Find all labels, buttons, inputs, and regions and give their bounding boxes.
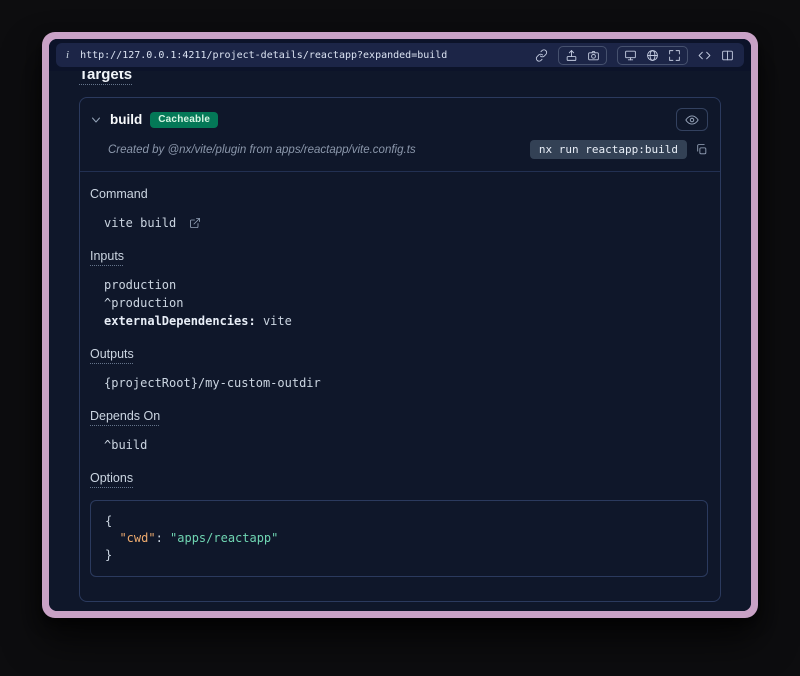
copy-icon[interactable] [695,143,708,156]
titlebar-icons [535,46,734,65]
input-item: ^production [104,294,708,312]
url-text: http://127.0.0.1:4211/project-details/re… [80,50,447,61]
command-value: vite build [104,214,708,232]
code-line: "cwd": "apps/reactapp" [105,530,693,547]
capture-icon-group [558,46,607,65]
depends-on-section: Depends On ^build [90,408,708,454]
inputs-section: Inputs production ^production externalDe… [90,248,708,330]
target-name: build [110,112,142,127]
info-icon: i [66,49,69,61]
camera-icon[interactable] [587,49,600,62]
code-line: } [105,547,693,564]
command-label: Command [90,186,148,202]
run-command-group: nx run reactapp:build [530,140,708,159]
view-icon-group [617,46,688,65]
inputs-label: Inputs [90,248,124,264]
json-key: "cwd" [119,531,155,545]
options-section: Options { "cwd": "apps/reactapp" } [90,470,708,577]
code-line: { [105,513,693,530]
options-code-block: { "cwd": "apps/reactapp" } [90,500,708,577]
target-card-build: build Cacheable Created by @nx/vite/plug… [79,97,721,602]
command-value-text: vite build [104,216,176,230]
output-item: {projectRoot}/my-custom-outdir [104,374,708,392]
view-target-eye-button[interactable] [676,108,708,131]
external-deps-value: vite [263,314,292,328]
project-details-content: Targets build Cacheable C [49,71,751,611]
input-item: production [104,276,708,294]
build-card-header: build Cacheable Created by @nx/vite/plug… [80,98,720,172]
expand-icon[interactable] [668,49,681,62]
chevron-down-icon[interactable] [90,114,102,126]
monitor-icon[interactable] [624,49,637,62]
run-command-chip: nx run reactapp:build [530,140,687,159]
command-section: Command vite build [90,186,708,232]
created-by-text: Created by @nx/vite/plugin from apps/rea… [108,144,416,156]
targets-heading: Targets [79,71,132,83]
eye-icon [685,113,699,127]
json-string-value: "apps/reactapp" [170,531,278,545]
outputs-label: Outputs [90,346,134,362]
build-card-body: Command vite build Inputs production ^pr… [80,172,720,601]
external-link-icon[interactable] [189,217,201,229]
browser-window: i http://127.0.0.1:4211/project-details/… [42,32,758,618]
depends-on-item: ^build [104,436,708,454]
cacheable-badge: Cacheable [150,112,218,128]
outputs-section: Outputs {projectRoot}/my-custom-outdir [90,346,708,392]
json-colon: : [156,531,170,545]
link-icon[interactable] [535,49,548,62]
external-deps-key: externalDependencies: [104,314,256,328]
split-panel-icon[interactable] [721,49,734,62]
depends-on-label: Depends On [90,408,160,424]
browser-titlebar: i http://127.0.0.1:4211/project-details/… [49,39,751,71]
globe-icon[interactable] [646,49,659,62]
open-external-icon[interactable] [565,49,578,62]
code-icon[interactable] [698,49,711,62]
url-bar[interactable]: i http://127.0.0.1:4211/project-details/… [56,43,744,67]
options-label: Options [90,470,133,486]
window-inner: i http://127.0.0.1:4211/project-details/… [49,39,751,611]
input-item-external-deps: externalDependencies: vite [104,312,708,330]
